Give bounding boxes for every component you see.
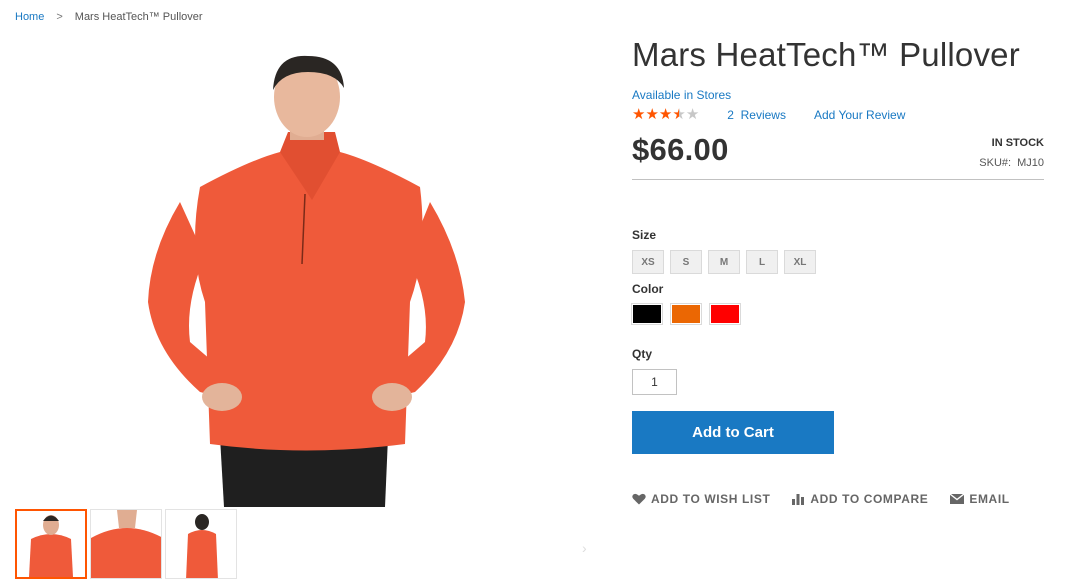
- email-label: EMAIL: [969, 492, 1010, 506]
- product-social-actions: ADD TO WISH LIST ADD TO COMPARE EMAIL: [632, 492, 1032, 506]
- rating-stars: ★ ★ ★ ★ ★: [632, 106, 700, 123]
- rating-summary: ★ ★ ★ ★ ★ 2 Reviews Add Your Review: [632, 106, 905, 123]
- stock-status: IN STOCK: [991, 137, 1044, 149]
- star-half-icon: ★: [672, 106, 686, 123]
- color-swatch-red[interactable]: [709, 303, 741, 325]
- product-gallery: ›: [0, 40, 610, 580]
- product-price: $66.00: [632, 132, 729, 167]
- add-review-link[interactable]: Add Your Review: [814, 108, 905, 122]
- sku: SKU#: MJ10: [979, 157, 1044, 169]
- reviews-count: 2: [727, 108, 734, 122]
- breadcrumb-home-link[interactable]: Home: [15, 11, 44, 23]
- qty-input[interactable]: [632, 369, 677, 395]
- reviews-word: Reviews: [740, 108, 786, 122]
- sku-value: MJ10: [1017, 157, 1044, 169]
- star-empty-icon: ★: [685, 106, 700, 123]
- color-swatch-orange[interactable]: [670, 303, 702, 325]
- thumbnail-strip: [15, 509, 237, 579]
- heart-icon: [632, 493, 646, 505]
- email-link[interactable]: EMAIL: [950, 492, 1009, 506]
- gallery-next-arrow-icon[interactable]: ›: [582, 540, 587, 556]
- bar-chart-icon: [792, 494, 805, 505]
- thumbnail-closeup[interactable]: [90, 509, 162, 579]
- size-option-xl[interactable]: XL: [784, 250, 816, 274]
- size-options: XS S M L XL: [632, 250, 816, 274]
- breadcrumb-current: Mars HeatTech™ Pullover: [74, 11, 203, 23]
- breadcrumb-separator: >: [56, 11, 63, 23]
- qty-label: Qty: [632, 347, 653, 361]
- size-option-m[interactable]: M: [708, 250, 740, 274]
- reviews-link[interactable]: 2 Reviews: [727, 108, 786, 122]
- color-options: [631, 303, 741, 325]
- add-to-compare-link[interactable]: ADD TO COMPARE: [792, 492, 928, 506]
- main-product-image[interactable]: [140, 52, 475, 507]
- sku-label: SKU#:: [979, 157, 1012, 169]
- add-to-wishlist-link[interactable]: ADD TO WISH LIST: [632, 492, 770, 506]
- thumbnail-front[interactable]: [15, 509, 87, 579]
- breadcrumb: Home > Mars HeatTech™ Pullover: [15, 11, 203, 23]
- divider: [632, 179, 1044, 180]
- color-label: Color: [632, 282, 664, 296]
- add-to-compare-label: ADD TO COMPARE: [810, 492, 929, 506]
- star-icon: ★: [658, 106, 673, 123]
- product-title: Mars HeatTech™ Pullover: [632, 36, 1020, 73]
- star-icon: ★: [632, 106, 646, 123]
- size-option-xs[interactable]: XS: [632, 250, 664, 274]
- size-option-l[interactable]: L: [746, 250, 778, 274]
- add-to-cart-button[interactable]: Add to Cart: [632, 411, 834, 454]
- star-icon: ★: [645, 106, 659, 123]
- size-option-s[interactable]: S: [670, 250, 702, 274]
- color-swatch-black[interactable]: [631, 303, 663, 325]
- available-in-stores-link[interactable]: Available in Stores: [632, 88, 731, 102]
- size-label: Size: [632, 228, 657, 242]
- envelope-icon: [950, 494, 965, 504]
- thumbnail-back[interactable]: [165, 509, 237, 579]
- add-to-wishlist-label: ADD TO WISH LIST: [651, 492, 771, 506]
